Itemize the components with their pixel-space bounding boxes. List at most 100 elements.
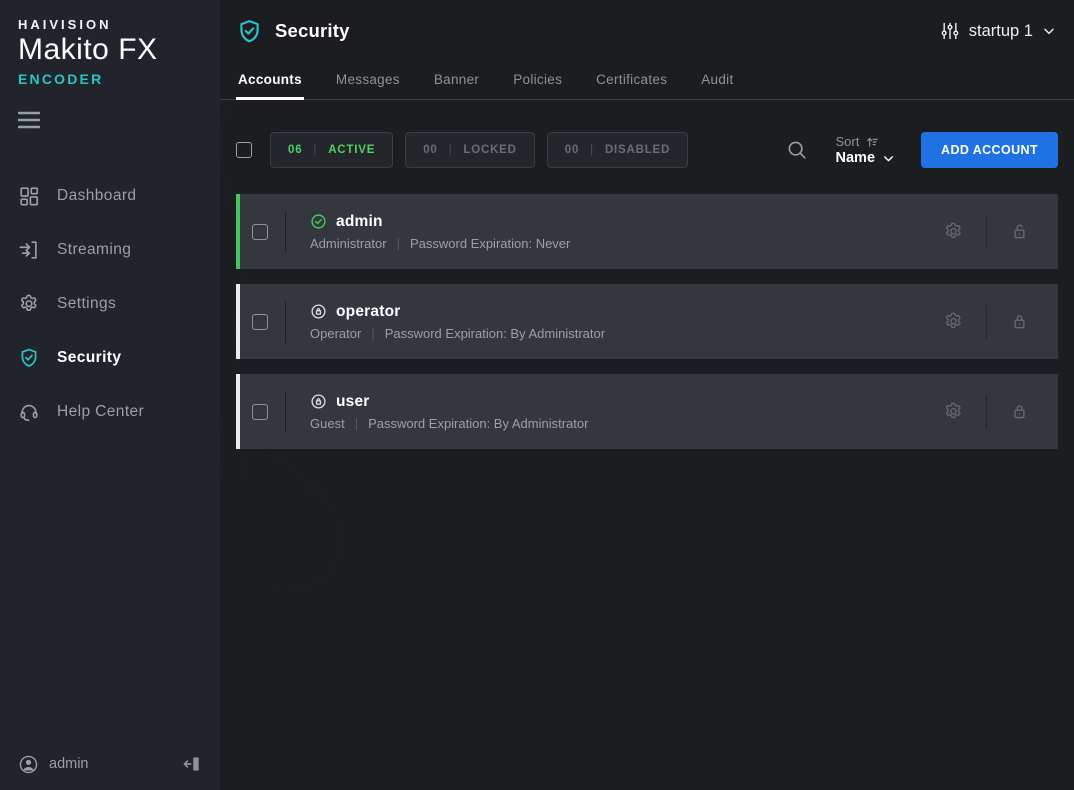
sidebar-item-security[interactable]: Security xyxy=(0,331,220,385)
row-status-accent xyxy=(236,374,240,449)
account-row-admin[interactable]: admin Administrator | Password Expiratio… xyxy=(236,194,1058,269)
sidebar-nav: Dashboard Streaming Settings Security xyxy=(0,169,220,439)
sort-label: Sort xyxy=(836,134,860,149)
lock-open-icon[interactable] xyxy=(1009,221,1030,242)
account-row-operator[interactable]: operator Operator | Password Expiration:… xyxy=(236,284,1058,359)
chip-label: LOCKED xyxy=(463,144,516,156)
sliders-icon xyxy=(940,21,960,41)
page-title: Security xyxy=(275,20,350,42)
account-settings-gear-icon[interactable] xyxy=(943,401,964,422)
sidebar-item-dashboard[interactable]: Dashboard xyxy=(0,169,220,223)
select-all-checkbox[interactable] xyxy=(236,142,252,158)
sort-ascending-icon xyxy=(865,135,879,149)
streaming-icon xyxy=(18,239,40,261)
status-lock-circle-icon xyxy=(310,393,327,410)
status-active-check-icon xyxy=(310,213,327,230)
tab-accounts[interactable]: Accounts xyxy=(236,62,304,100)
row-checkbox[interactable] xyxy=(252,314,268,330)
chip-count: 00 xyxy=(565,144,579,156)
shield-check-icon xyxy=(18,347,40,369)
account-name: admin xyxy=(336,213,383,231)
filter-chip-locked[interactable]: 00 | LOCKED xyxy=(405,132,535,168)
tab-policies[interactable]: Policies xyxy=(511,62,564,100)
security-tabs: Accounts Messages Banner Policies Certif… xyxy=(220,62,1074,100)
sidebar-item-label: Streaming xyxy=(57,241,131,259)
sidebar-item-label: Dashboard xyxy=(57,187,136,205)
lock-closed-icon[interactable] xyxy=(1009,311,1030,332)
add-account-button[interactable]: ADD ACCOUNT xyxy=(921,132,1058,168)
row-divider xyxy=(285,211,286,253)
status-filter-chips: 06 | ACTIVE 00 | LOCKED 00 | DISABLED xyxy=(270,132,688,168)
chevron-down-icon xyxy=(882,152,895,165)
chip-separator: | xyxy=(313,144,317,156)
chip-separator: | xyxy=(449,144,453,156)
sidebar-item-settings[interactable]: Settings xyxy=(0,277,220,331)
actions-divider xyxy=(986,305,987,339)
lock-closed-icon[interactable] xyxy=(1009,401,1030,422)
sort-value: Name xyxy=(836,150,876,166)
app-window: HAIVISION Makito FX ENCODER Dashboard St… xyxy=(0,0,1074,790)
field-separator: | xyxy=(355,416,358,431)
row-divider xyxy=(285,391,286,433)
accounts-toolbar: 06 | ACTIVE 00 | LOCKED 00 | DISABLED xyxy=(220,132,1074,168)
hamburger-menu-icon[interactable] xyxy=(18,111,40,129)
row-divider xyxy=(285,301,286,343)
sort-selector[interactable]: Sort Name xyxy=(836,134,896,166)
row-checkbox[interactable] xyxy=(252,224,268,240)
preset-label: startup 1 xyxy=(969,22,1033,41)
row-checkbox[interactable] xyxy=(252,404,268,420)
sidebar-item-label: Security xyxy=(57,349,121,367)
logo-brand-text: HAIVISION xyxy=(18,17,220,32)
account-settings-gear-icon[interactable] xyxy=(943,221,964,242)
tab-banner[interactable]: Banner xyxy=(432,62,481,100)
sidebar: HAIVISION Makito FX ENCODER Dashboard St… xyxy=(0,0,220,790)
sidebar-item-label: Settings xyxy=(57,295,116,313)
chevron-down-icon xyxy=(1042,24,1056,38)
app-logo: HAIVISION Makito FX ENCODER xyxy=(0,0,220,87)
field-separator: | xyxy=(371,326,374,341)
filter-chip-active[interactable]: 06 | ACTIVE xyxy=(270,132,393,168)
main-panel: Security startup 1 Accounts Messages Ban… xyxy=(220,0,1074,790)
account-name: operator xyxy=(336,303,400,321)
sidebar-item-help-center[interactable]: Help Center xyxy=(0,385,220,439)
account-password-expiration: Password Expiration: By Administrator xyxy=(385,326,605,341)
chip-count: 06 xyxy=(288,144,302,156)
search-icon[interactable] xyxy=(786,139,808,161)
chip-count: 00 xyxy=(423,144,437,156)
account-row-user[interactable]: user Guest | Password Expiration: By Adm… xyxy=(236,374,1058,449)
page-header: Security startup 1 xyxy=(220,0,1074,62)
tab-messages[interactable]: Messages xyxy=(334,62,402,100)
status-lock-circle-icon xyxy=(310,303,327,320)
tab-audit[interactable]: Audit xyxy=(699,62,735,100)
chip-label: DISABLED xyxy=(605,144,670,156)
logo-subtitle-text: ENCODER xyxy=(18,71,220,87)
account-password-expiration: Password Expiration: By Administrator xyxy=(368,416,588,431)
chip-label: ACTIVE xyxy=(328,144,375,156)
account-role: Administrator xyxy=(310,236,387,251)
account-settings-gear-icon[interactable] xyxy=(943,311,964,332)
chip-separator: | xyxy=(590,144,594,156)
logo-product-text: Makito FX xyxy=(18,33,220,67)
accounts-list: admin Administrator | Password Expiratio… xyxy=(220,194,1074,449)
filter-chip-disabled[interactable]: 00 | DISABLED xyxy=(547,132,688,168)
sidebar-item-streaming[interactable]: Streaming xyxy=(0,223,220,277)
preset-selector[interactable]: startup 1 xyxy=(940,21,1056,41)
account-role: Guest xyxy=(310,416,345,431)
security-shield-icon xyxy=(236,18,263,45)
account-password-expiration: Password Expiration: Never xyxy=(410,236,570,251)
field-separator: | xyxy=(397,236,400,251)
actions-divider xyxy=(986,215,987,249)
avatar-icon xyxy=(18,754,39,775)
current-user-name: admin xyxy=(49,756,89,772)
row-status-accent xyxy=(236,284,240,359)
tab-certificates[interactable]: Certificates xyxy=(594,62,669,100)
sidebar-user-bar: admin xyxy=(0,738,220,790)
logout-icon[interactable] xyxy=(182,754,202,774)
headset-icon xyxy=(18,401,40,423)
account-role: Operator xyxy=(310,326,361,341)
sidebar-item-label: Help Center xyxy=(57,403,144,421)
gear-icon xyxy=(18,293,40,315)
account-name: user xyxy=(336,393,370,411)
dashboard-icon xyxy=(18,185,40,207)
actions-divider xyxy=(986,395,987,429)
